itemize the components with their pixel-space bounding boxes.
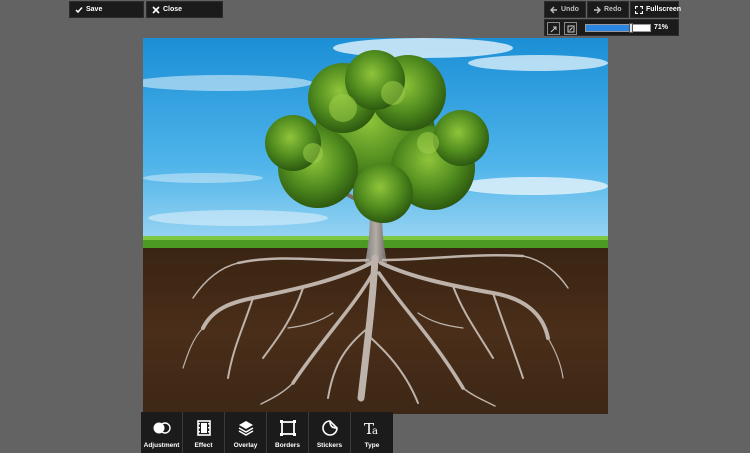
tool-type[interactable]: Ta Type bbox=[351, 412, 393, 453]
redo-button-label: Redo bbox=[604, 6, 622, 13]
tool-label: Stickers bbox=[316, 442, 343, 449]
zoom-level-label: 71% bbox=[653, 24, 668, 31]
tool-stickers[interactable]: Stickers bbox=[309, 412, 351, 453]
tool-label: Borders bbox=[275, 442, 300, 449]
zoom-in-button[interactable] bbox=[564, 22, 577, 35]
zoom-slider-thumb[interactable] bbox=[629, 23, 633, 33]
expand-icon bbox=[635, 5, 643, 14]
tool-borders[interactable]: Borders bbox=[267, 412, 309, 453]
enlarge-icon bbox=[567, 25, 574, 32]
fullscreen-button[interactable]: Fullscreen bbox=[630, 1, 682, 18]
film-icon bbox=[195, 419, 213, 437]
undo-button[interactable]: Undo bbox=[544, 1, 586, 18]
redo-button[interactable]: Redo bbox=[587, 1, 629, 18]
zoom-out-button[interactable] bbox=[547, 22, 560, 35]
arrow-right-icon bbox=[592, 5, 601, 14]
zoom-panel: 71% bbox=[544, 19, 679, 36]
undo-button-label: Undo bbox=[561, 6, 579, 13]
tree-roots-photo bbox=[143, 38, 608, 414]
checkmark-icon bbox=[74, 5, 83, 14]
tool-effect[interactable]: Effect bbox=[183, 412, 225, 453]
tool-label: Type bbox=[364, 442, 380, 449]
close-button-label: Close bbox=[163, 6, 183, 13]
save-button[interactable]: Save bbox=[69, 1, 144, 18]
zoom-slider[interactable] bbox=[585, 23, 651, 33]
tool-overlay[interactable]: Overlay bbox=[225, 412, 267, 453]
tool-adjustment[interactable]: Adjustment bbox=[141, 412, 183, 453]
close-button[interactable]: Close bbox=[146, 1, 223, 18]
type-icon: Ta bbox=[363, 419, 381, 437]
layers-icon bbox=[237, 419, 255, 437]
frame-icon bbox=[279, 419, 297, 437]
tool-label: Effect bbox=[194, 442, 213, 449]
shrink-icon bbox=[550, 26, 556, 32]
edit-toolbar: Adjustment Effect Overlay Borders Sticke… bbox=[141, 412, 393, 453]
close-icon bbox=[151, 5, 160, 14]
photo-canvas[interactable] bbox=[143, 38, 608, 414]
fullscreen-button-label: Fullscreen bbox=[646, 6, 682, 13]
tool-label: Adjustment bbox=[143, 442, 180, 449]
svg-text:a: a bbox=[372, 426, 378, 437]
sticker-icon bbox=[321, 419, 339, 437]
zoom-slider-fill bbox=[586, 25, 632, 31]
save-button-label: Save bbox=[86, 6, 103, 13]
adjustment-icon bbox=[153, 419, 171, 437]
tool-label: Overlay bbox=[233, 442, 258, 449]
arrow-left-icon bbox=[549, 5, 558, 14]
